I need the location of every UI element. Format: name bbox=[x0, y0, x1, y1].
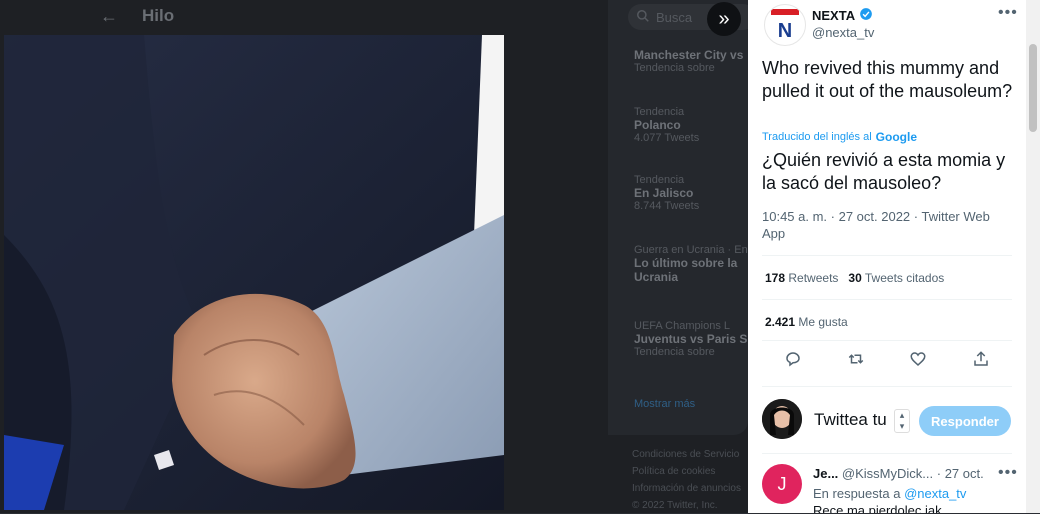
search-input[interactable]: Busca bbox=[656, 10, 692, 25]
trend-item[interactable]: Tendencia En Jalisco 8.744 Tweets bbox=[634, 174, 748, 212]
svg-text:N: N bbox=[778, 20, 792, 42]
tweet-meta[interactable]: 10:45 a. m. · 27 oct. 2022 · Twitter Web… bbox=[762, 208, 1012, 242]
more-options-icon[interactable]: ••• bbox=[998, 4, 1018, 22]
reply-author-avatar[interactable]: J bbox=[762, 464, 802, 504]
author-name: NEXTA bbox=[812, 8, 856, 23]
reply-author-handle: @KissMyDick... bbox=[841, 466, 934, 481]
reply-text: Rece ma pierdolec jak bbox=[813, 503, 942, 513]
trend-topic: Juventus vs Paris S bbox=[634, 332, 748, 346]
trend-context: Tendencia bbox=[634, 174, 685, 186]
search-icon bbox=[636, 9, 650, 26]
show-more-link[interactable]: Mostrar más bbox=[634, 398, 748, 410]
trend-count: 4.077 Tweets bbox=[634, 132, 700, 144]
reply-date: · 27 oct. bbox=[936, 466, 984, 481]
tweet-actions bbox=[762, 350, 1012, 373]
collapse-panel-button[interactable]: » bbox=[707, 2, 741, 36]
like-icon[interactable] bbox=[909, 350, 927, 373]
tweet-detail-panel: N NEXTA @nexta_tv ••• Who revived this m… bbox=[748, 0, 1026, 513]
avatar[interactable]: N bbox=[764, 4, 806, 46]
footer-link: © 2022 Twitter, Inc. bbox=[632, 500, 718, 511]
google-logo: Google bbox=[875, 130, 917, 144]
footer-links: Condiciones de Servicio Política de cook… bbox=[632, 446, 748, 514]
trend-item[interactable]: Tendencia Polanco 4.077 Tweets bbox=[634, 106, 748, 144]
trend-item[interactable]: Manchester City vs Tendencia sobre bbox=[634, 34, 748, 74]
trend-topic: Manchester City vs bbox=[634, 48, 744, 62]
in-reply-to-handle[interactable]: @nexta_tv bbox=[904, 486, 966, 501]
quotes-stat[interactable]: 30 Tweets citados bbox=[848, 271, 944, 285]
footer-link[interactable]: Política de cookies bbox=[632, 463, 748, 480]
divider bbox=[762, 386, 1012, 387]
nexta-logo: N bbox=[771, 9, 799, 42]
author-handle[interactable]: @nexta_tv bbox=[812, 25, 874, 40]
trend-topic: En Jalisco bbox=[634, 186, 694, 200]
in-reply-to: En respuesta a @nexta_tv bbox=[813, 486, 967, 501]
trend-count: 8.744 Tweets bbox=[634, 200, 700, 212]
reply-icon[interactable] bbox=[784, 350, 802, 373]
trend-count: Tendencia sobre bbox=[634, 62, 715, 74]
tweet-photo[interactable] bbox=[4, 35, 504, 510]
reply-author-name: Je... bbox=[813, 466, 839, 481]
thread-title: Hilo bbox=[142, 6, 175, 25]
back-arrow-icon[interactable]: ← bbox=[100, 6, 118, 27]
user-avatar[interactable] bbox=[762, 399, 802, 439]
trend-topic: Lo último sobre la bbox=[634, 256, 738, 270]
trend-item[interactable]: UEFA Champions L Juventus vs Paris S Ten… bbox=[634, 320, 748, 358]
trend-topic: Polanco bbox=[634, 118, 681, 132]
trend-context: Guerra en Ucrania · En bbox=[634, 244, 748, 256]
verified-badge-icon bbox=[859, 7, 873, 24]
divider bbox=[762, 255, 1012, 256]
tweet-translation: ¿Quién revivió a esta momia y la sacó de… bbox=[762, 150, 1006, 193]
reply-button[interactable]: Responder bbox=[919, 406, 1011, 436]
footer-link[interactable]: Información de anuncios bbox=[632, 480, 748, 497]
likes-stat[interactable]: 2.421 Me gusta bbox=[765, 315, 848, 329]
trend-count: Tendencia sobre bbox=[634, 346, 715, 358]
reply-composer-input[interactable]: Twittea tu bbox=[814, 410, 887, 430]
scrollbar[interactable] bbox=[1026, 0, 1040, 513]
scrollbar-thumb[interactable] bbox=[1029, 44, 1037, 132]
photo-image bbox=[4, 35, 504, 510]
trend-context: Tendencia bbox=[634, 106, 685, 118]
reply-header[interactable]: Je... @KissMyDick... · 27 oct. bbox=[813, 466, 984, 481]
footer-link[interactable]: Condiciones de Servicio bbox=[632, 446, 748, 463]
author-name-row[interactable]: NEXTA bbox=[812, 7, 873, 24]
divider bbox=[762, 299, 1012, 300]
trends-panel: Manchester City vs Tendencia sobre Tende… bbox=[608, 0, 748, 435]
retweet-icon[interactable] bbox=[847, 350, 865, 373]
share-icon[interactable] bbox=[972, 350, 990, 373]
divider bbox=[762, 453, 1012, 454]
user-avatar-image bbox=[762, 399, 802, 439]
trend-count: Ucrania bbox=[634, 270, 679, 284]
tweet-text: Who revived this mummy and pulled it out… bbox=[762, 58, 1013, 101]
translation-label: Traducido del inglés al bbox=[762, 131, 872, 143]
reply-more-options-icon[interactable]: ••• bbox=[998, 464, 1018, 482]
double-chevron-right-icon: » bbox=[718, 7, 730, 30]
translation-attribution: Traducido del inglés al Google bbox=[762, 130, 917, 144]
trend-item[interactable]: Guerra en Ucrania · En Lo último sobre l… bbox=[634, 244, 748, 284]
scroll-spinner-icon[interactable]: ▴ ▾ bbox=[894, 409, 910, 433]
divider bbox=[762, 340, 1012, 341]
thread-header: ← Hilo bbox=[100, 0, 174, 32]
retweet-stats[interactable]: 178 Retweets 30 Tweets citados bbox=[765, 271, 944, 285]
trend-context: UEFA Champions L bbox=[634, 320, 730, 332]
retweets-stat[interactable]: 178 Retweets bbox=[765, 271, 838, 285]
